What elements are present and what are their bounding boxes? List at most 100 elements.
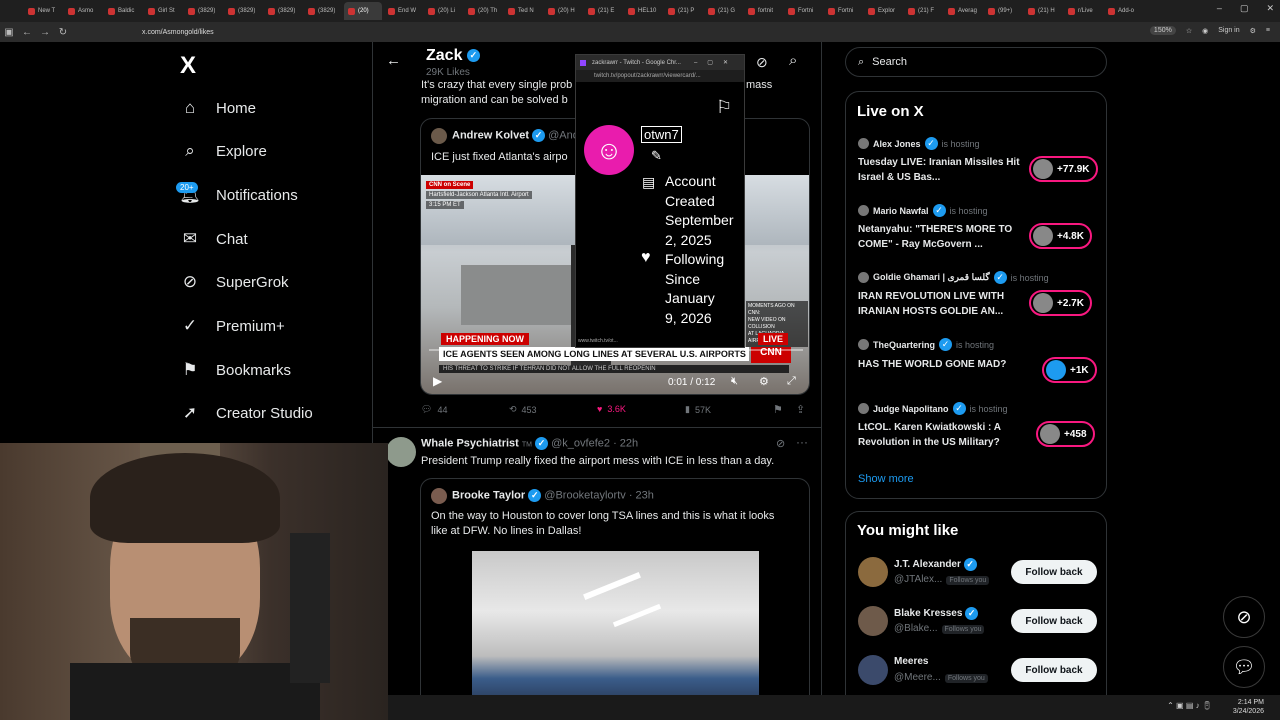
forward-icon[interactable]: → (36, 27, 54, 38)
browser-tab[interactable]: (21) E (584, 2, 622, 20)
follow-back-button-2[interactable]: Follow back (1011, 609, 1097, 633)
browser-tab[interactable]: End W (384, 2, 422, 20)
browser-tab[interactable]: Fortni (824, 2, 862, 20)
live-host-4[interactable]: TheQuartering ✓ is hosting (858, 338, 994, 351)
browser-tab[interactable]: Girl St (144, 2, 182, 20)
x-logo[interactable]: X (180, 52, 196, 80)
system-tray-icons[interactable]: ⌃ ▣ ▤ ♪ 🔋︎ (1167, 701, 1212, 710)
live-title-5[interactable]: LtCOL. Karen Kwiatkowski : A Revolution … (858, 420, 1028, 450)
play-icon[interactable]: ▶ (433, 374, 442, 388)
nav-bookmarks[interactable]: ⚑ Bookmarks (180, 360, 291, 380)
show-more-link[interactable]: Show more (858, 473, 914, 485)
live-title-4[interactable]: HAS THE WORLD GONE MAD? (858, 357, 1028, 372)
back-arrow-icon[interactable]: ← (386, 52, 401, 69)
browser-tab[interactable]: r/Live (1064, 2, 1102, 20)
popup-window-controls[interactable]: –▢✕ (694, 59, 744, 66)
live-host-3[interactable]: Goldie Ghamari | گلسا قمری ✓ is hosting (858, 271, 1049, 284)
settings-icon[interactable]: ⚙ (759, 375, 769, 388)
reload-icon[interactable]: ↻ (54, 27, 72, 38)
zoom-level[interactable]: 150% (1149, 26, 1176, 35)
live-count-pill-4[interactable]: +1K (1042, 357, 1097, 383)
browser-tab[interactable]: (20) Th (464, 2, 502, 20)
avatar[interactable] (386, 437, 416, 467)
browser-tab[interactable]: (20) H (544, 2, 582, 20)
suggestion-name-2[interactable]: Blake Kresses ✓ (894, 607, 979, 620)
browser-tab[interactable]: HEL10 (624, 2, 662, 20)
browser-tab[interactable]: (21) F (904, 2, 942, 20)
menu-icon[interactable]: ≡ (1266, 27, 1270, 34)
grok-fab-button[interactable]: ⊘ (1223, 596, 1265, 638)
browser-tab[interactable]: fortnit (744, 2, 782, 20)
browser-tab[interactable]: (21) P (664, 2, 702, 20)
live-title-2[interactable]: Netanyahu: "THERE'S MORE TO COME" - Ray … (858, 222, 1028, 252)
minimize-icon[interactable]: – (1217, 3, 1222, 14)
live-title-1[interactable]: Tuesday LIVE: Iranian Missiles Hit Israe… (858, 155, 1028, 185)
maximize-icon[interactable]: ▢ (1240, 3, 1249, 14)
browser-tab[interactable]: (3829) (224, 2, 262, 20)
nav-creator-studio[interactable]: ➚ Creator Studio (180, 403, 313, 423)
reply-button[interactable]: 💬︎ 44 (421, 404, 447, 415)
mute-icon[interactable]: 🔇︎ (731, 375, 738, 388)
live-count-pill-1[interactable]: +77.9K (1029, 156, 1098, 182)
nav-chat[interactable]: ✉ Chat (180, 229, 248, 249)
suggestion-name-3[interactable]: Meeres (894, 656, 928, 667)
browser-tab[interactable]: (20) (344, 2, 382, 20)
sidebar-toggle-icon[interactable]: ▣ (0, 27, 18, 38)
avatar[interactable] (858, 606, 888, 636)
browser-tab[interactable]: (3829) (264, 2, 302, 20)
url-field[interactable]: x.com/Asmongold/likes (142, 29, 214, 36)
views-button[interactable]: ▮ 57K (685, 404, 711, 415)
live-title-3[interactable]: IRAN REVOLUTION LIVE WITH IRANIAN HOSTS … (858, 289, 1028, 319)
avatar[interactable] (858, 655, 888, 685)
search-icon[interactable]: ⌕ (789, 52, 797, 69)
browser-tab[interactable]: Add-o (1104, 2, 1142, 20)
close-icon[interactable]: ✕ (1266, 3, 1274, 14)
live-count-pill-2[interactable]: +4.8K (1029, 223, 1092, 249)
browser-tab[interactable]: Baldic (104, 2, 142, 20)
quote-media-image[interactable] (472, 551, 759, 701)
nav-supergrok[interactable]: ⊘ SuperGrok (180, 272, 289, 292)
share-icon[interactable]: ⇪ (796, 403, 805, 416)
live-host-5[interactable]: Judge Napolitano ✓ is hosting (858, 402, 1008, 415)
nav-premium[interactable]: ✓ Premium+ (180, 316, 285, 336)
pencil-icon[interactable]: ✎ (651, 148, 662, 164)
live-host-2[interactable]: Mario Nawfal ✓ is hosting (858, 204, 988, 217)
live-count-pill-5[interactable]: +458 (1036, 421, 1095, 447)
bookmark-star-icon[interactable]: ☆ (1186, 27, 1192, 35)
browser-tab[interactable]: (3829) (304, 2, 342, 20)
follow-back-button-3[interactable]: Follow back (1011, 658, 1097, 682)
like-button[interactable]: ♥ 3.6K (597, 404, 626, 414)
fullscreen-icon[interactable]: ⤢ (787, 375, 796, 388)
browser-tab[interactable]: (99+) (984, 2, 1022, 20)
nav-home[interactable]: ⌂ Home (180, 98, 256, 118)
more-icon[interactable]: ··· (796, 435, 808, 449)
grok-icon[interactable]: ⊘ (776, 437, 785, 450)
bookmark-icon[interactable]: ⚑ (773, 403, 783, 416)
search-input[interactable]: ⌕ Search (845, 47, 1107, 77)
browser-tab[interactable]: New T (24, 2, 62, 20)
browser-tab[interactable]: (21) G (704, 2, 742, 20)
system-clock[interactable]: 2:14 PM 3/24/2026 (1233, 698, 1264, 716)
suggestion-name-1[interactable]: J.T. Alexander ✓ (894, 558, 977, 571)
nav-notifications[interactable]: 🔔︎ Notifications (179, 185, 298, 205)
repost-button[interactable]: ⟲ 453 (509, 404, 537, 415)
browser-tab[interactable]: Ted N (504, 2, 542, 20)
grok-icon[interactable]: ⊘ (756, 54, 768, 71)
browser-tab[interactable]: Averag (944, 2, 982, 20)
flag-icon[interactable]: ⚐ (716, 97, 732, 118)
browser-tab[interactable]: (21) H (1024, 2, 1062, 20)
nav-explore[interactable]: ⌕ Explore (180, 141, 267, 161)
browser-tab[interactable]: Fortni (784, 2, 822, 20)
quote-tweet-2[interactable]: Brooke Taylor ✓ @Brooketaylortv · 23h On… (420, 478, 810, 708)
back-icon[interactable]: ← (18, 27, 36, 38)
chat-fab-button[interactable]: 💬︎ (1223, 646, 1265, 688)
browser-tab[interactable]: (3829) (184, 2, 222, 20)
video-progress-bar[interactable] (429, 349, 803, 351)
browser-tab[interactable]: (20) Li (424, 2, 462, 20)
sign-in-label[interactable]: Sign in (1218, 27, 1239, 34)
browser-tab[interactable]: Asmo (64, 2, 102, 20)
extensions-icon[interactable]: ⚙ (1250, 27, 1256, 35)
browser-tab[interactable]: Explor (864, 2, 902, 20)
live-count-pill-3[interactable]: +2.7K (1029, 290, 1092, 316)
live-host-1[interactable]: Alex Jones ✓ is hosting (858, 137, 980, 150)
